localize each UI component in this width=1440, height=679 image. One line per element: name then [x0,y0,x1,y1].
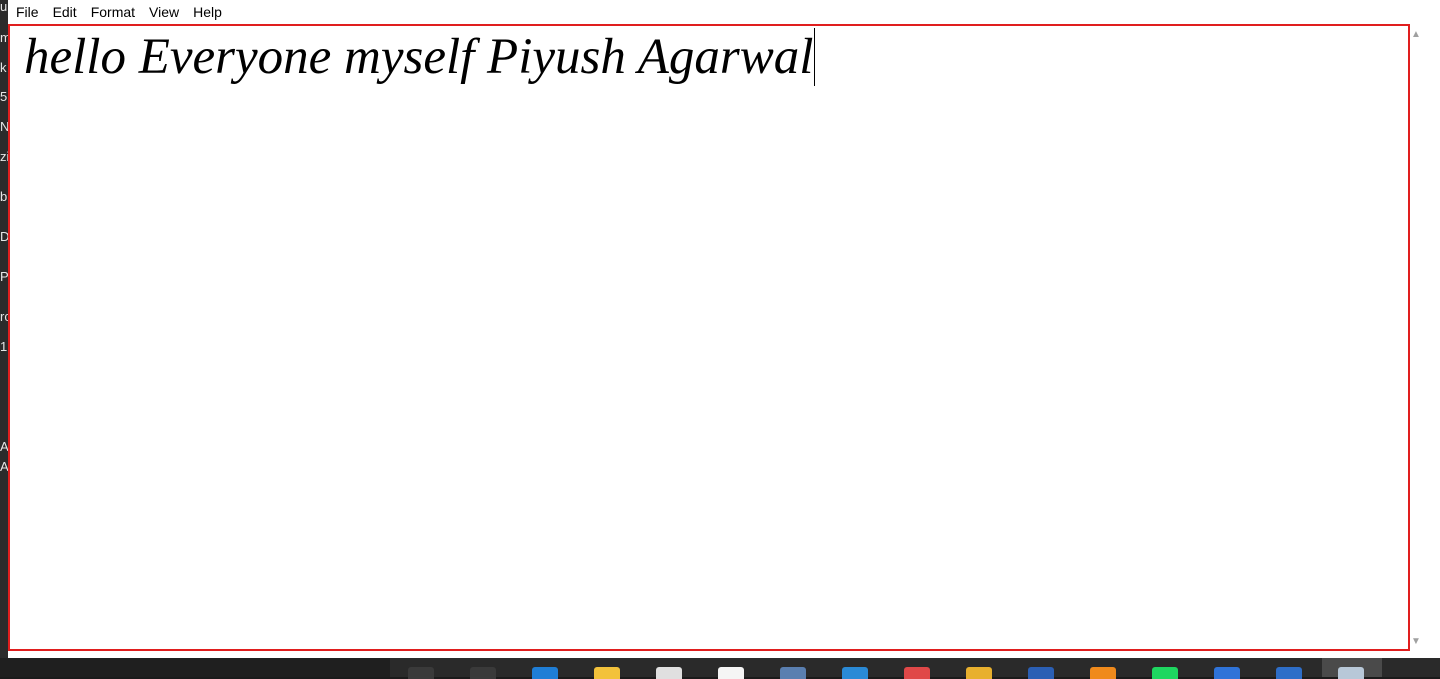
store-icon[interactable] [656,667,682,679]
hexagon-icon[interactable] [1214,667,1240,679]
taskbar-search-area[interactable] [0,658,390,677]
vertical-scrollbar[interactable]: ▲ ▼ [1410,24,1422,651]
background-text-fragment: u [0,0,8,14]
task-view-icon[interactable] [470,667,496,679]
word-icon[interactable] [1028,667,1054,679]
spotify-icon[interactable] [1152,667,1178,679]
menu-help[interactable]: Help [186,0,229,24]
editor-content[interactable]: hello Everyone myself Piyush Agarwal [24,28,816,86]
text-editor-area[interactable]: hello Everyone myself Piyush Agarwal [8,24,1410,651]
background-text-fragment: b [0,189,8,204]
app-icon[interactable] [718,667,744,679]
menu-view[interactable]: View [142,0,186,24]
menu-format[interactable]: Format [84,0,142,24]
notepad-icon[interactable] [1338,667,1364,679]
chrome-icon[interactable] [966,667,992,679]
taskbar-icons [390,658,1440,679]
background-text-fragment: 5 [0,89,8,104]
menu-edit[interactable]: Edit [46,0,84,24]
vlc-icon[interactable] [1090,667,1116,679]
scroll-up-icon[interactable]: ▲ [1410,28,1422,42]
notepad-window: File Edit Format View Help hello Everyon… [8,0,1440,658]
background-text-fragment: 1 [0,339,8,354]
background-text-fragment: k [0,60,7,75]
scroll-down-icon[interactable]: ▼ [1410,635,1422,649]
edge-icon[interactable] [532,667,558,679]
paint-icon[interactable] [904,667,930,679]
blue-app-icon[interactable] [1276,667,1302,679]
menu-file[interactable]: File [8,0,46,24]
menu-bar: File Edit Format View Help [8,0,1440,24]
taskbar [0,658,1440,679]
search-icon[interactable] [408,667,434,679]
box-icon[interactable] [780,667,806,679]
text-caret [814,28,816,86]
folder-icon[interactable] [594,667,620,679]
editor-text: hello Everyone myself Piyush Agarwal [24,29,814,85]
vscode-icon[interactable] [842,667,868,679]
